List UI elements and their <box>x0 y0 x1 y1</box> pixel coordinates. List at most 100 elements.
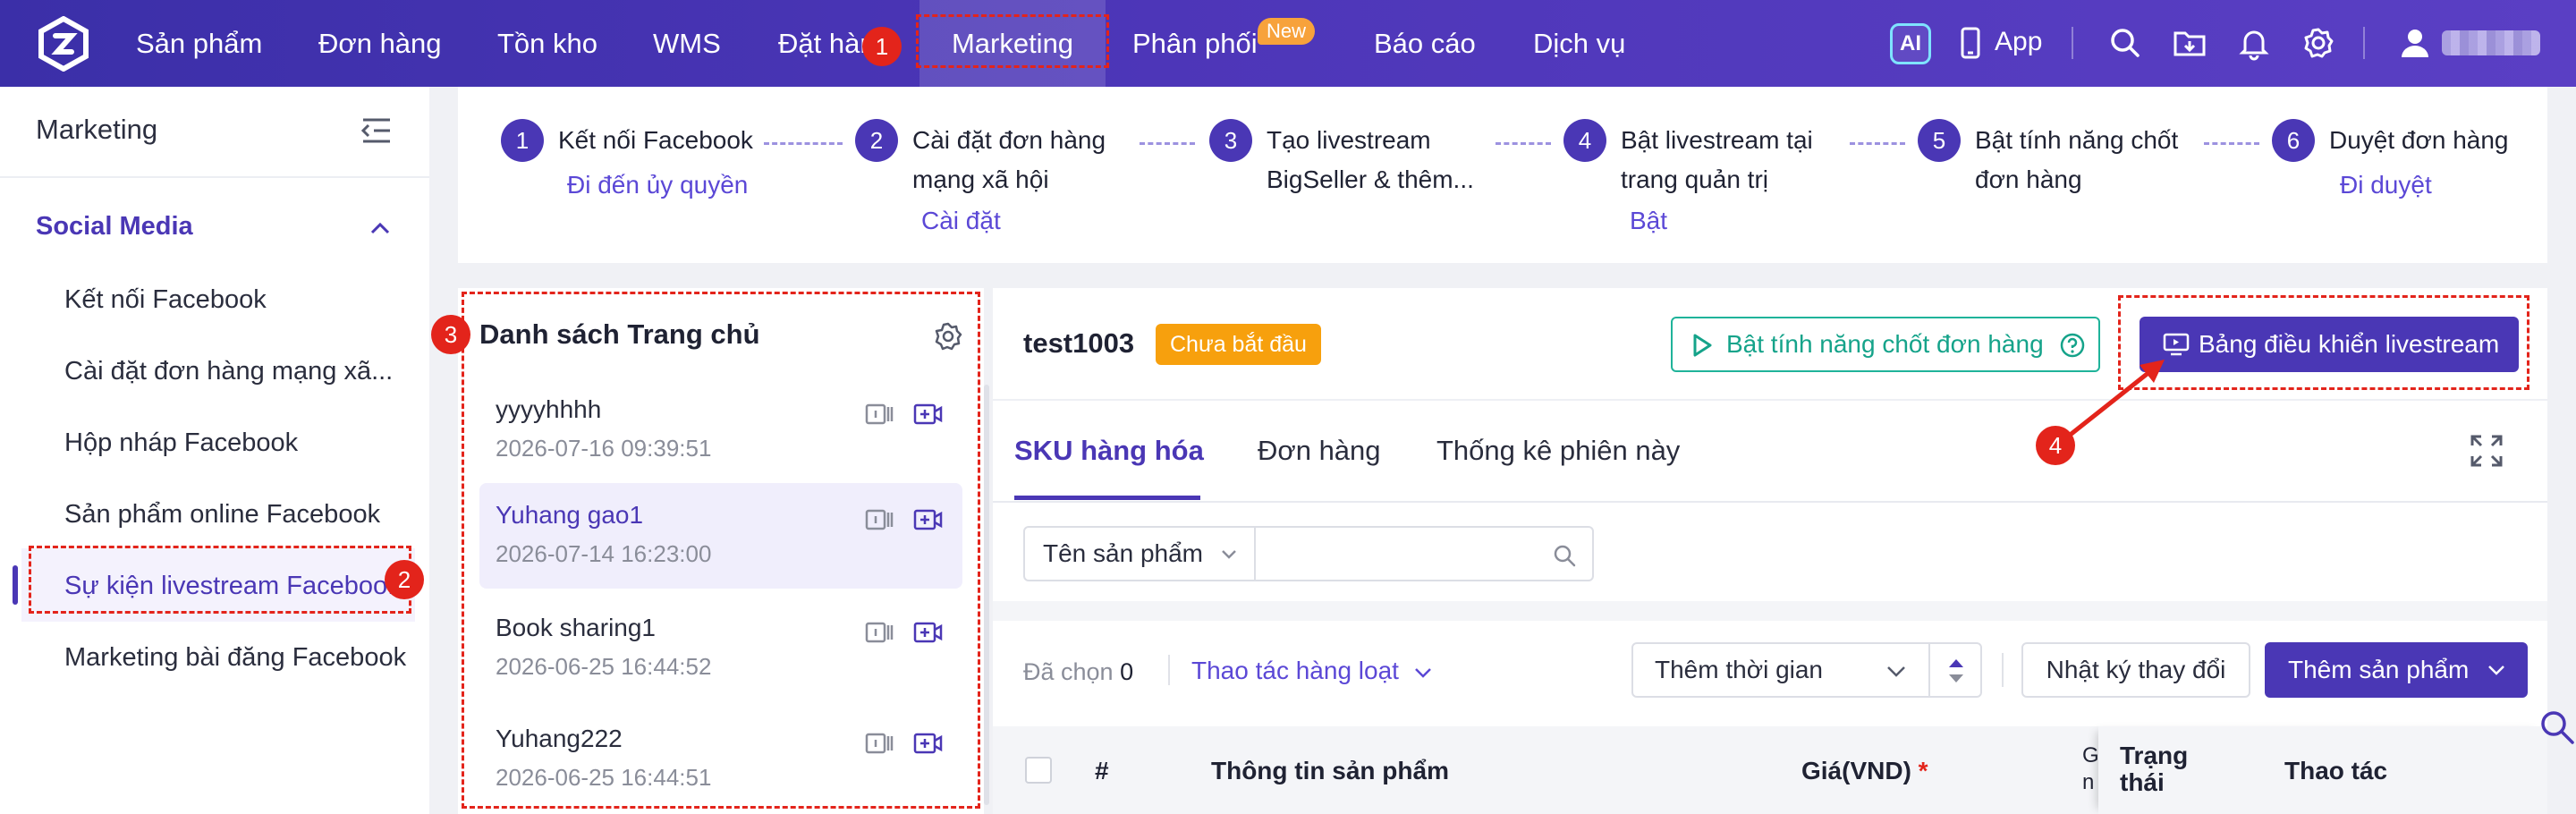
step-connector <box>1140 142 1195 145</box>
sidebar-item-facebook-connect[interactable]: Kết nối Facebook <box>64 285 267 315</box>
user-avatar-icon[interactable] <box>2397 25 2433 61</box>
step-label: mạng xã hội <box>912 165 1049 193</box>
nav-distribution[interactable]: Phân phối <box>1132 0 1258 87</box>
column-product-info: Thông tin sản phẩm <box>1211 757 1449 784</box>
nav-orders[interactable]: Đơn hàng <box>318 0 442 87</box>
selected-label: Đã chọn <box>1023 658 1114 685</box>
step-number: 3 <box>1209 119 1252 162</box>
tab-orders[interactable]: Đơn hàng <box>1258 435 1381 467</box>
active-tab-indicator <box>1014 496 1200 500</box>
step-label: trang quản trị <box>1621 165 1768 193</box>
sidebar-item-social-order-settings[interactable]: Cài đặt đơn hàng mạng xã... <box>64 357 393 386</box>
column-actions: Thao tác <box>2284 757 2388 784</box>
product-search-input[interactable] <box>1254 526 1594 581</box>
nav-purchase[interactable]: Đặt hàng <box>778 0 868 87</box>
ai-assistant-button[interactable]: AI <box>1890 23 1931 64</box>
sidebar-active-indicator <box>13 565 18 605</box>
filter-field-label: Tên sản phẩm <box>1043 539 1203 567</box>
step-number: 4 <box>1563 119 1606 162</box>
column-price: Giá(VND) * <box>1801 757 1928 784</box>
bell-icon[interactable] <box>2236 25 2272 61</box>
step-link-enable[interactable]: Bật <box>1630 207 1667 235</box>
step-number: 5 <box>1918 119 1961 162</box>
folder-download-icon[interactable] <box>2172 25 2207 61</box>
chevron-down-icon <box>1887 666 1905 677</box>
annotation-badge: 1 <box>862 27 902 66</box>
enable-order-close-label: Bật tính năng chốt đơn hàng <box>1726 330 2044 358</box>
tab-session-stats[interactable]: Thống kê phiên này <box>1436 435 1680 467</box>
product-table-header: # Thông tin sản phẩm Giá(VND) * Gn Trạng… <box>993 726 2547 814</box>
step-link-authorize[interactable]: Đi đến ủy quyền <box>567 171 748 199</box>
sidebar-item-facebook-online-products[interactable]: Sản phẩm online Facebook <box>64 500 380 530</box>
event-name: test1003 <box>1023 327 1135 359</box>
column-partial-header: Gn <box>2082 743 2099 794</box>
step-label: Bật tính năng chốt <box>1975 126 2179 154</box>
enable-order-close-button[interactable]: Bật tính năng chốt đơn hàng <box>1671 317 2100 372</box>
chevron-down-icon <box>1414 667 1431 678</box>
nav-services[interactable]: Dịch vụ <box>1533 0 1625 87</box>
nav-inventory[interactable]: Tồn kho <box>497 0 597 87</box>
bigseller-logo-icon[interactable] <box>36 16 91 72</box>
step-label: Duyệt đơn hàng <box>2329 126 2509 154</box>
section-separator <box>993 601 2547 621</box>
fullscreen-icon[interactable] <box>2469 433 2504 469</box>
select-all-checkbox[interactable] <box>1025 757 1052 784</box>
nav-wms[interactable]: WMS <box>653 0 721 87</box>
gear-icon[interactable] <box>2301 25 2336 61</box>
batch-actions-dropdown[interactable]: Thao tác hàng loạt <box>1191 657 1433 685</box>
step-number: 1 <box>501 119 544 162</box>
annotation-arrow <box>2065 360 2165 439</box>
chevron-down-icon <box>2488 666 2504 675</box>
add-product-button[interactable]: Thêm sản phẩm <box>2265 642 2528 698</box>
nav-divider <box>2072 27 2073 59</box>
step-connector <box>764 142 843 145</box>
sort-time-select[interactable]: Thêm thời gian <box>1631 642 1930 698</box>
setup-steps-card: 1 Kết nối Facebook Đi đến ủy quyền 2 Cài… <box>458 87 2547 263</box>
nav-products[interactable]: Sản phẩm <box>136 0 262 87</box>
column-index: # <box>1095 757 1109 784</box>
selected-number: 0 <box>1120 658 1134 685</box>
annotation-badge: 3 <box>431 315 470 354</box>
batch-actions-label: Thao tác hàng loạt <box>1191 657 1399 684</box>
chevron-up-icon[interactable] <box>367 215 394 242</box>
step-number: 6 <box>2272 119 2315 162</box>
annotation-box-marketing <box>916 14 1109 68</box>
chevron-down-icon <box>1222 550 1236 559</box>
page-list-scrollbar[interactable] <box>984 385 989 805</box>
status-badge: Chưa bắt đầu <box>1156 324 1321 365</box>
divider <box>1168 655 1170 685</box>
floating-search-icon[interactable] <box>2538 708 2574 744</box>
fixed-columns-header: Trạng thái Thao tác <box>2098 726 2547 814</box>
step-connector <box>2204 142 2259 145</box>
username-blurred[interactable] <box>2442 30 2540 55</box>
tabs-divider <box>993 501 2547 503</box>
sort-arrows-icon <box>1949 659 1963 683</box>
step-link-review[interactable]: Đi duyệt <box>2340 171 2432 199</box>
nav-reports[interactable]: Báo cáo <box>1374 0 1476 87</box>
sidebar: Marketing Social Media Kết nối Facebook … <box>0 87 429 814</box>
tab-sku-products[interactable]: SKU hàng hóa <box>1014 435 1204 467</box>
step-label: Bật livestream tại <box>1621 126 1813 154</box>
sidebar-divider <box>0 176 429 178</box>
app-download-link[interactable]: App <box>1995 27 2042 57</box>
nav-divider <box>2363 27 2365 59</box>
step-label: Tạo livestream <box>1267 126 1431 154</box>
add-product-label: Thêm sản phẩm <box>2288 656 2470 683</box>
sidebar-title: Marketing <box>36 114 158 145</box>
filter-field-select[interactable]: Tên sản phẩm <box>1023 526 1256 581</box>
step-link-settings[interactable]: Cài đặt <box>921 207 1001 235</box>
collapse-sidebar-icon[interactable] <box>358 115 394 146</box>
column-status: Trạng thái <box>2120 742 2189 796</box>
step-number: 2 <box>855 119 898 162</box>
step-label: BigSeller & thêm... <box>1267 165 1474 193</box>
sort-direction-toggle[interactable] <box>1928 642 1982 698</box>
annotation-badge: 2 <box>385 560 424 599</box>
search-icon[interactable] <box>1553 544 1576 567</box>
mobile-phone-icon <box>1961 27 1980 59</box>
sidebar-item-facebook-post-marketing[interactable]: Marketing bài đăng Facebook <box>64 643 406 673</box>
sidebar-group-social-media[interactable]: Social Media <box>36 212 193 242</box>
search-icon[interactable] <box>2107 25 2143 61</box>
sidebar-item-facebook-drafts[interactable]: Hộp nháp Facebook <box>64 428 298 458</box>
change-log-button[interactable]: Nhật ký thay đổi <box>2021 642 2250 698</box>
top-navbar: Sản phẩm Đơn hàng Tồn kho WMS Đặt hàng M… <box>0 0 2576 87</box>
